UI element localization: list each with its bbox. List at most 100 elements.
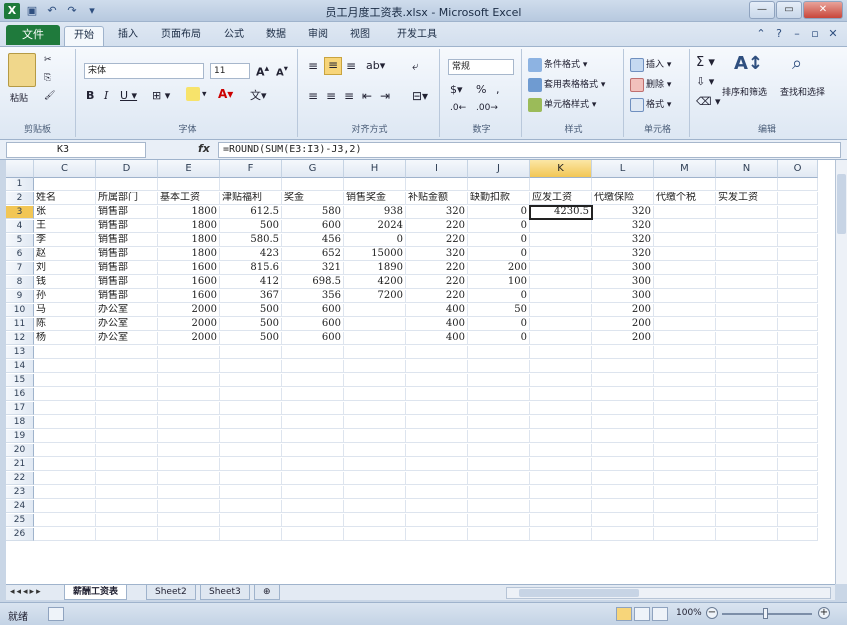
cell-m19[interactable]	[654, 430, 716, 443]
clear-icon[interactable]: ⌫ ▾	[696, 95, 721, 108]
cell-m2[interactable]: 代缴个税	[654, 192, 716, 205]
cell-e12[interactable]: 2000	[158, 332, 220, 345]
cell-l20[interactable]	[592, 444, 654, 457]
format-painter-icon[interactable]: 🖌	[44, 91, 55, 101]
column-header-e[interactable]: E	[158, 160, 220, 178]
cell-n8[interactable]	[716, 276, 778, 289]
cell-h7[interactable]: 1890	[344, 262, 406, 275]
cell-c13[interactable]	[34, 346, 96, 359]
cell-e18[interactable]	[158, 416, 220, 429]
vertical-scrollbar[interactable]	[835, 160, 847, 584]
cell-m12[interactable]	[654, 332, 716, 345]
align-left-icon[interactable]: ≡	[308, 89, 318, 103]
cell-o24[interactable]	[778, 500, 818, 513]
cell-n1[interactable]	[716, 178, 778, 191]
maximize-button[interactable]: ▭	[776, 1, 802, 19]
cell-c23[interactable]	[34, 486, 96, 499]
cell-j15[interactable]	[468, 374, 530, 387]
cell-h25[interactable]	[344, 514, 406, 527]
cell-c22[interactable]	[34, 472, 96, 485]
normal-view-icon[interactable]	[616, 607, 632, 621]
decrease-indent-icon[interactable]: ⇤	[362, 89, 372, 103]
cell-m17[interactable]	[654, 402, 716, 415]
cell-l7[interactable]: 300	[592, 262, 654, 275]
row-header-7[interactable]: 7	[6, 262, 34, 275]
cell-n18[interactable]	[716, 416, 778, 429]
cell-f4[interactable]: 500	[220, 220, 282, 233]
cell-e26[interactable]	[158, 528, 220, 541]
macro-record-icon[interactable]	[48, 607, 64, 621]
cell-f16[interactable]	[220, 388, 282, 401]
cell-j16[interactable]	[468, 388, 530, 401]
column-header-c[interactable]: C	[34, 160, 96, 178]
row-header-20[interactable]: 20	[6, 444, 34, 457]
column-header-h[interactable]: H	[344, 160, 406, 178]
cell-h5[interactable]: 0	[344, 234, 406, 247]
cell-o8[interactable]	[778, 276, 818, 289]
paste-button[interactable]: 粘贴	[10, 91, 28, 104]
cell-i12[interactable]: 400	[406, 332, 468, 345]
cell-n11[interactable]	[716, 318, 778, 331]
cell-j23[interactable]	[468, 486, 530, 499]
cell-f12[interactable]: 500	[220, 332, 282, 345]
cell-h13[interactable]	[344, 346, 406, 359]
cell-o25[interactable]	[778, 514, 818, 527]
cell-o10[interactable]	[778, 304, 818, 317]
cell-f5[interactable]: 580.5	[220, 234, 282, 247]
cell-g22[interactable]	[282, 472, 344, 485]
merge-center-icon[interactable]: ⊟▾	[412, 89, 428, 103]
cell-l16[interactable]	[592, 388, 654, 401]
cell-h14[interactable]	[344, 360, 406, 373]
close-button[interactable]: ✕	[803, 1, 843, 19]
insert-sheet-icon[interactable]: ⊕	[254, 585, 280, 600]
column-header-g[interactable]: G	[282, 160, 344, 178]
formula-input[interactable]: =ROUND(SUM(E3:I3)-J3,2)	[218, 142, 841, 158]
cell-f10[interactable]: 500	[220, 304, 282, 317]
tab-home[interactable]: 开始	[64, 26, 104, 46]
insert-cells-button[interactable]: 插入 ▾	[630, 57, 671, 72]
cell-o14[interactable]	[778, 360, 818, 373]
cell-m9[interactable]	[654, 290, 716, 303]
row-header-22[interactable]: 22	[6, 472, 34, 485]
cell-f21[interactable]	[220, 458, 282, 471]
cell-g23[interactable]	[282, 486, 344, 499]
phonetic-icon[interactable]: 文▾	[250, 87, 267, 103]
cell-o11[interactable]	[778, 318, 818, 331]
cell-l23[interactable]	[592, 486, 654, 499]
cell-m7[interactable]	[654, 262, 716, 275]
font-color-icon[interactable]: A▾	[218, 87, 233, 101]
cell-h6[interactable]: 15000	[344, 248, 406, 261]
cell-h22[interactable]	[344, 472, 406, 485]
tab-page-layout[interactable]: 页面布局	[152, 26, 210, 46]
cell-e23[interactable]	[158, 486, 220, 499]
row-header-18[interactable]: 18	[6, 416, 34, 429]
row-header-5[interactable]: 5	[6, 234, 34, 247]
cell-l25[interactable]	[592, 514, 654, 527]
cell-k25[interactable]	[530, 514, 592, 527]
cell-n4[interactable]	[716, 220, 778, 233]
cell-l9[interactable]: 300	[592, 290, 654, 303]
cell-i5[interactable]: 220	[406, 234, 468, 247]
fill-icon[interactable]: ⇩ ▾	[696, 75, 714, 88]
cell-i3[interactable]: 320	[406, 206, 468, 219]
align-top-icon[interactable]: ≡	[308, 59, 318, 73]
cell-f3[interactable]: 612.5	[220, 206, 282, 219]
cell-i7[interactable]: 220	[406, 262, 468, 275]
cell-i20[interactable]	[406, 444, 468, 457]
cell-m11[interactable]	[654, 318, 716, 331]
cell-h18[interactable]	[344, 416, 406, 429]
tab-file[interactable]: 文件	[6, 25, 60, 45]
cell-i2[interactable]: 补贴金额	[406, 192, 468, 205]
borders-icon[interactable]: ⊞ ▾	[152, 89, 170, 102]
cell-h10[interactable]	[344, 304, 406, 317]
conditional-formatting-button[interactable]: 条件格式 ▾	[528, 57, 587, 72]
cell-g18[interactable]	[282, 416, 344, 429]
cell-j24[interactable]	[468, 500, 530, 513]
cell-i25[interactable]	[406, 514, 468, 527]
cell-o16[interactable]	[778, 388, 818, 401]
cell-j12[interactable]: 0	[468, 332, 530, 345]
column-header-n[interactable]: N	[716, 160, 778, 178]
cell-o18[interactable]	[778, 416, 818, 429]
cell-o22[interactable]	[778, 472, 818, 485]
cell-c15[interactable]	[34, 374, 96, 387]
